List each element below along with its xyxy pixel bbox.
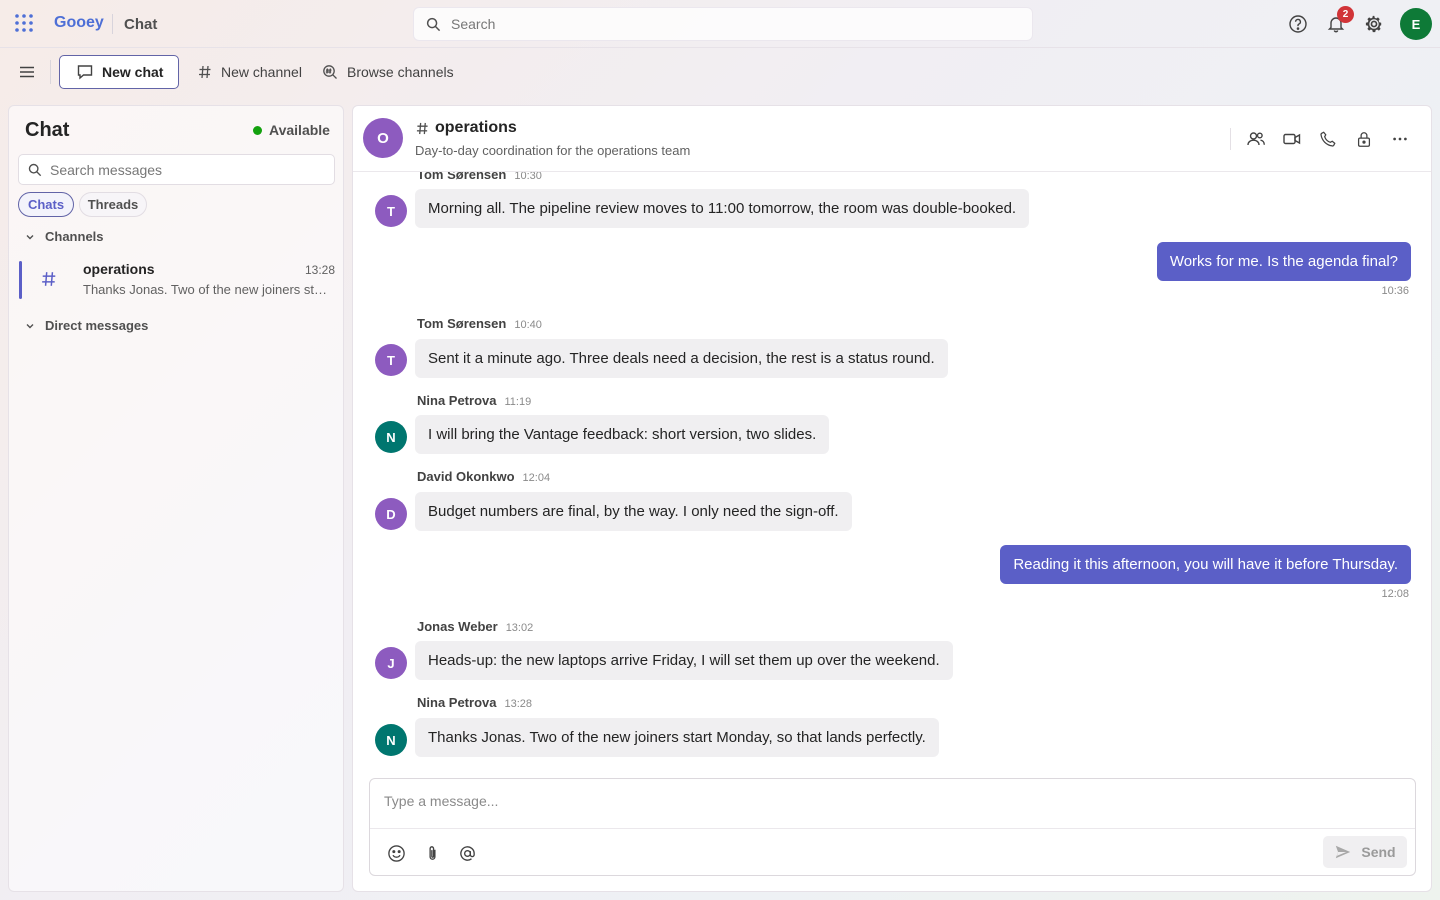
channels-section-label: Channels — [45, 229, 104, 244]
top-bar: Gooey Chat 2 E — [0, 0, 1440, 47]
header-divider — [1230, 128, 1231, 150]
chevron-down-icon — [25, 232, 45, 242]
settings-gear-icon[interactable] — [1362, 12, 1386, 36]
message-bubble: Thanks Jonas. Two of the new joiners sta… — [415, 718, 939, 757]
sidebar-item-operations[interactable]: operations 13:28 Thanks Jonas. Two of th… — [19, 261, 335, 299]
message-bubble: Sent it a minute ago. Three deals need a… — [415, 339, 948, 378]
own-message-bubble: Reading it this afternoon, you will have… — [1000, 545, 1411, 584]
browse-search-icon — [322, 64, 347, 80]
message-input[interactable] — [384, 793, 1394, 809]
channel-item-name: operations — [83, 261, 155, 277]
notification-count-badge: 2 — [1337, 6, 1354, 23]
own-message-time: 12:08 — [1381, 588, 1409, 600]
send-button[interactable]: Send — [1323, 836, 1407, 868]
message-time: 10:30 — [514, 172, 542, 182]
message-bubble: Budget numbers are final, by the way. I … — [415, 492, 852, 531]
message-time: 13:28 — [504, 698, 533, 710]
channels-section-toggle[interactable]: Channels — [25, 229, 104, 244]
channel-avatar: O — [363, 118, 403, 158]
lock-icon[interactable] — [1352, 127, 1376, 151]
sidebar-search-box[interactable] — [18, 154, 335, 185]
presence-dot-icon — [253, 125, 262, 135]
hamburger-menu-icon[interactable] — [17, 62, 37, 82]
own-message-time: 10:36 — [1381, 285, 1409, 297]
mention-at-icon[interactable] — [455, 841, 479, 865]
direct-messages-section-label: Direct messages — [45, 318, 149, 333]
user-avatar[interactable]: E — [1400, 8, 1432, 40]
global-search-input[interactable] — [451, 16, 1011, 32]
message-time: 12:04 — [522, 472, 551, 484]
attach-paperclip-icon[interactable] — [420, 841, 444, 865]
chat-sidebar: Chat Available Chats Threads Channels op… — [8, 105, 344, 892]
tab-chats[interactable]: Chats — [18, 192, 74, 217]
new-chat-label: New chat — [102, 64, 164, 80]
channel-title-hash-icon — [416, 122, 435, 135]
search-icon — [426, 17, 441, 32]
channel-description: Day-to-day coordination for the operatio… — [415, 143, 691, 158]
message-bubble: Morning all. The pipeline review moves t… — [415, 189, 1030, 228]
search-messages-input[interactable] — [50, 161, 320, 178]
active-indicator — [19, 261, 22, 299]
avatar: N — [375, 724, 407, 756]
brand-divider — [112, 14, 113, 34]
toolbar-divider — [50, 60, 51, 84]
hash-icon — [198, 65, 221, 79]
avatar: D — [375, 498, 407, 530]
global-search-box[interactable] — [413, 7, 1033, 41]
avatar: T — [375, 195, 407, 227]
emoji-icon[interactable] — [384, 841, 408, 865]
avatar: T — [375, 344, 407, 376]
new-channel-label: New channel — [221, 64, 302, 80]
message-sender: Jonas Weber 13:02 — [417, 619, 534, 634]
send-label: Send — [1361, 844, 1396, 860]
send-arrow-icon — [1334, 843, 1361, 861]
sidebar-title: Chat — [25, 119, 70, 141]
browse-channels-label: Browse channels — [347, 64, 454, 80]
tab-threads[interactable]: Threads — [79, 192, 147, 217]
message-time: 13:02 — [505, 622, 534, 634]
message-sender: Tom Sørensen 10:30 — [417, 172, 542, 182]
browse-channels-button[interactable]: Browse channels — [322, 55, 454, 89]
search-messages-icon — [28, 163, 42, 177]
avatar: J — [375, 647, 407, 679]
chat-main-pane: O operations Day-to-day coordination for… — [352, 105, 1432, 892]
app-name: Chat — [124, 16, 158, 33]
chat-bubble-icon — [76, 63, 102, 81]
avatar: N — [375, 421, 407, 453]
message-list: Tom Sørensen 10:30 T Morning all. The pip… — [353, 172, 1431, 772]
members-icon[interactable] — [1244, 127, 1268, 151]
brand-logo[interactable]: Gooey — [54, 14, 104, 32]
own-message-bubble: Works for me. Is the agenda final? — [1156, 242, 1411, 281]
message-time: 10:40 — [514, 319, 542, 331]
message-bubble: Heads-up: the new laptops arrive Friday,… — [415, 641, 953, 680]
chevron-down-icon — [25, 321, 45, 331]
new-chat-button[interactable]: New chat — [59, 55, 179, 89]
top-divider — [0, 47, 1440, 48]
channel-item-time: 13:28 — [304, 263, 335, 277]
more-options-icon[interactable] — [1388, 127, 1412, 151]
message-sender: Tom Sørensen 10:40 — [417, 316, 542, 331]
message-bubble: I will bring the Vantage feedback: short… — [415, 415, 830, 454]
help-icon[interactable] — [1286, 12, 1310, 36]
channel-item-preview: Thanks Jonas. Two of the new joiners sta… — [83, 282, 328, 297]
message-sender: Nina Petrova 13:28 — [417, 695, 533, 710]
presence-status[interactable]: Available — [253, 122, 330, 138]
direct-messages-section-toggle[interactable]: Direct messages — [25, 318, 148, 333]
composer-divider — [370, 828, 1415, 829]
app-launcher-icon[interactable] — [14, 13, 34, 33]
channel-name: operations — [435, 119, 517, 136]
channel-hash-icon — [41, 271, 57, 287]
channel-title: operations — [416, 119, 517, 137]
new-channel-button[interactable]: New channel — [198, 55, 302, 89]
presence-label: Available — [269, 122, 330, 138]
message-sender: Nina Petrova 11:19 — [417, 393, 532, 408]
message-time: 11:19 — [504, 396, 532, 408]
phone-call-icon[interactable] — [1316, 127, 1340, 151]
video-call-icon[interactable] — [1280, 127, 1304, 151]
message-composer: Send — [369, 778, 1416, 876]
message-sender: David Okonkwo 12:04 — [417, 469, 551, 484]
